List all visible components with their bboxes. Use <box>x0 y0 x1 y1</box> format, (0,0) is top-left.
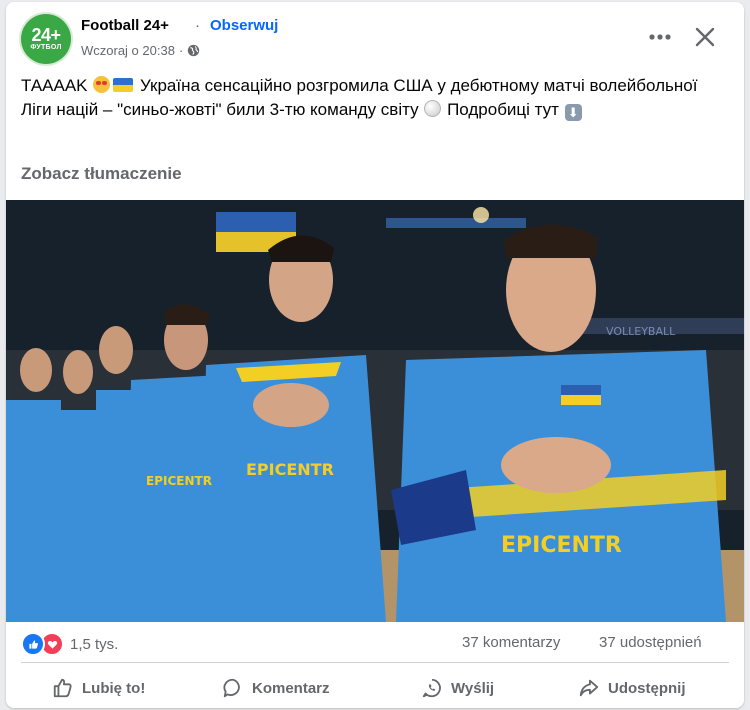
team-anthem-photo: EPICENTR EPICENTR EPICENTR VOLLEYBALL <box>6 200 744 622</box>
page-name-link[interactable]: Football 24+ <box>81 17 169 34</box>
share-button[interactable]: Udostępnij <box>578 670 686 706</box>
globe-icon[interactable] <box>187 44 200 57</box>
comment-button-label: Komentarz <box>252 679 330 697</box>
avatar-logo-subtext: ФУТБОЛ <box>30 44 62 51</box>
like-button-label: Lubię to! <box>82 679 146 697</box>
close-icon[interactable] <box>692 24 718 50</box>
svg-text:EPICENTR: EPICENTR <box>146 474 212 488</box>
post-card: 24+ ФУТБОЛ Football 24+ · Obserwuj Wczor… <box>6 2 744 708</box>
send-button-label: Wyślij <box>451 679 495 697</box>
like-reaction-icon <box>21 632 45 656</box>
more-options-icon[interactable] <box>646 25 674 49</box>
post-timestamp[interactable]: Wczoraj o 20:38 <box>81 43 175 58</box>
comments-count-link[interactable]: 37 komentarzy <box>462 634 560 651</box>
reactions-count: 1,5 tys. <box>70 635 119 653</box>
share-arrow-icon <box>579 679 599 697</box>
follow-button[interactable]: Obserwuj <box>210 17 278 34</box>
comment-icon <box>223 678 240 698</box>
share-button-label: Udostępnij <box>608 679 686 697</box>
see-translation-link[interactable]: Zobacz tłumaczenie <box>21 164 182 184</box>
shares-count-link[interactable]: 37 udostępnień <box>599 634 702 651</box>
ukraine-flag-icon <box>113 78 134 92</box>
svg-text:VOLLEYBALL: VOLLEYBALL <box>606 325 676 338</box>
post-text-intro: ТАААAK <box>21 76 88 95</box>
thumbs-up-icon <box>53 678 72 698</box>
post-text-more: Подробиці тут <box>447 100 559 119</box>
reactions-summary[interactable]: 1,5 tys. <box>21 632 118 656</box>
like-button[interactable]: Lubię to! <box>52 670 145 706</box>
post-meta: Wczoraj o 20:38 · <box>81 43 200 58</box>
svg-text:EPICENTR: EPICENTR <box>501 533 622 558</box>
whatsapp-icon <box>422 678 441 698</box>
send-button[interactable]: Wyślij <box>421 670 494 706</box>
post-photo[interactable]: EPICENTR EPICENTR EPICENTR VOLLEYBALL <box>6 200 744 622</box>
meta-separator: · <box>178 43 184 58</box>
heart-eyes-emoji-icon <box>93 76 111 93</box>
down-arrow-icon: ⬇ <box>564 104 582 121</box>
comment-button[interactable]: Komentarz <box>222 670 330 706</box>
divider <box>21 662 729 663</box>
header-separator: · <box>195 17 200 34</box>
volleyball-icon <box>424 100 442 117</box>
avatar-logo-text: 24+ <box>31 25 61 45</box>
page-avatar[interactable]: 24+ ФУТБОЛ <box>21 14 71 64</box>
svg-text:EPICENTR: EPICENTR <box>246 460 334 479</box>
post-text: ТАААAK Україна сенсаційно розгромила США… <box>21 74 731 122</box>
